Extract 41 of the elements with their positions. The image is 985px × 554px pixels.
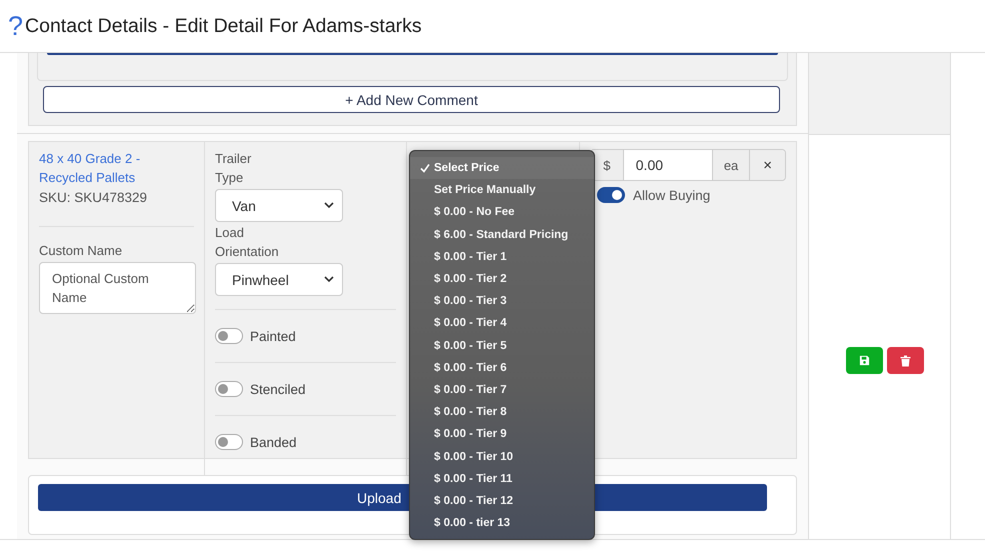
chevron-down-icon bbox=[324, 276, 334, 283]
menu-item[interactable]: $ 0.00 - Tier 9 bbox=[410, 423, 594, 446]
checkmark-icon bbox=[420, 163, 430, 174]
menu-item[interactable]: $ 0.00 - No Fee bbox=[410, 201, 594, 224]
toggle-label: Allow Buying bbox=[633, 188, 710, 202]
trash-icon bbox=[900, 354, 910, 366]
toggle-label: Banded bbox=[250, 434, 297, 450]
chevron-down-icon bbox=[324, 202, 334, 209]
save-button[interactable] bbox=[846, 347, 882, 374]
menu-item[interactable]: $ 0.00 - Tier 3 bbox=[410, 290, 594, 312]
price-field[interactable]: $ 0.00 ea × bbox=[590, 149, 786, 181]
menu-item[interactable]: $ 0.00 - Tier 6 bbox=[410, 356, 594, 379]
menu-item[interactable]: $ 0.00 - Tier 8 bbox=[410, 401, 594, 424]
help-icon[interactable]: ? bbox=[8, 12, 24, 40]
page-title: Contact Details - Edit Detail For Adams-starks bbox=[25, 14, 422, 38]
add-comment-button[interactable]: + Add New Comment bbox=[43, 86, 780, 113]
menu-item[interactable]: Select Price bbox=[410, 157, 594, 180]
load-orientation-select[interactable]: Pinwheel bbox=[215, 263, 343, 296]
custom-name-field[interactable]: Optional Custom Name bbox=[39, 262, 196, 314]
menu-item[interactable]: $ 0.00 - Tier 10 bbox=[410, 445, 594, 468]
menu-item[interactable]: Set Price Manually bbox=[410, 179, 594, 202]
toggle-switch[interactable] bbox=[215, 434, 243, 450]
menu-item[interactable]: $ 0.00 - Tier 5 bbox=[410, 334, 594, 357]
toggle-switch[interactable] bbox=[215, 328, 243, 344]
field-label: Trailer Type bbox=[215, 150, 252, 187]
toggle-switch[interactable] bbox=[597, 187, 625, 203]
menu-item[interactable]: $ 6.00 - Standard Pricing bbox=[410, 224, 594, 246]
sku-text: SKU: SKU478329 bbox=[39, 189, 148, 207]
toggle-switch[interactable] bbox=[215, 381, 243, 397]
menu-item[interactable]: $ 0.00 - Tier 1 bbox=[410, 246, 594, 268]
toggle-label: Painted bbox=[250, 328, 296, 344]
menu-item[interactable]: $ 0.00 - Tier 2 bbox=[410, 268, 594, 290]
delete-button[interactable] bbox=[886, 347, 924, 374]
trailer-type-select[interactable]: Van bbox=[215, 189, 343, 222]
menu-item[interactable]: $ 0.00 - Tier 7 bbox=[410, 378, 594, 402]
field-label: Custom Name bbox=[39, 242, 124, 260]
menu-item[interactable]: $ 0.00 - Tier 12 bbox=[410, 490, 594, 512]
toggle-label: Stenciled bbox=[250, 382, 306, 396]
menu-item[interactable]: $ 0.00 - Tier 4 bbox=[410, 312, 594, 334]
product-link[interactable]: 48 x 40 Grade 2 - Recycled Pallets bbox=[39, 149, 159, 187]
menu-item[interactable]: $ 0.00 - tier 13 bbox=[410, 512, 594, 534]
